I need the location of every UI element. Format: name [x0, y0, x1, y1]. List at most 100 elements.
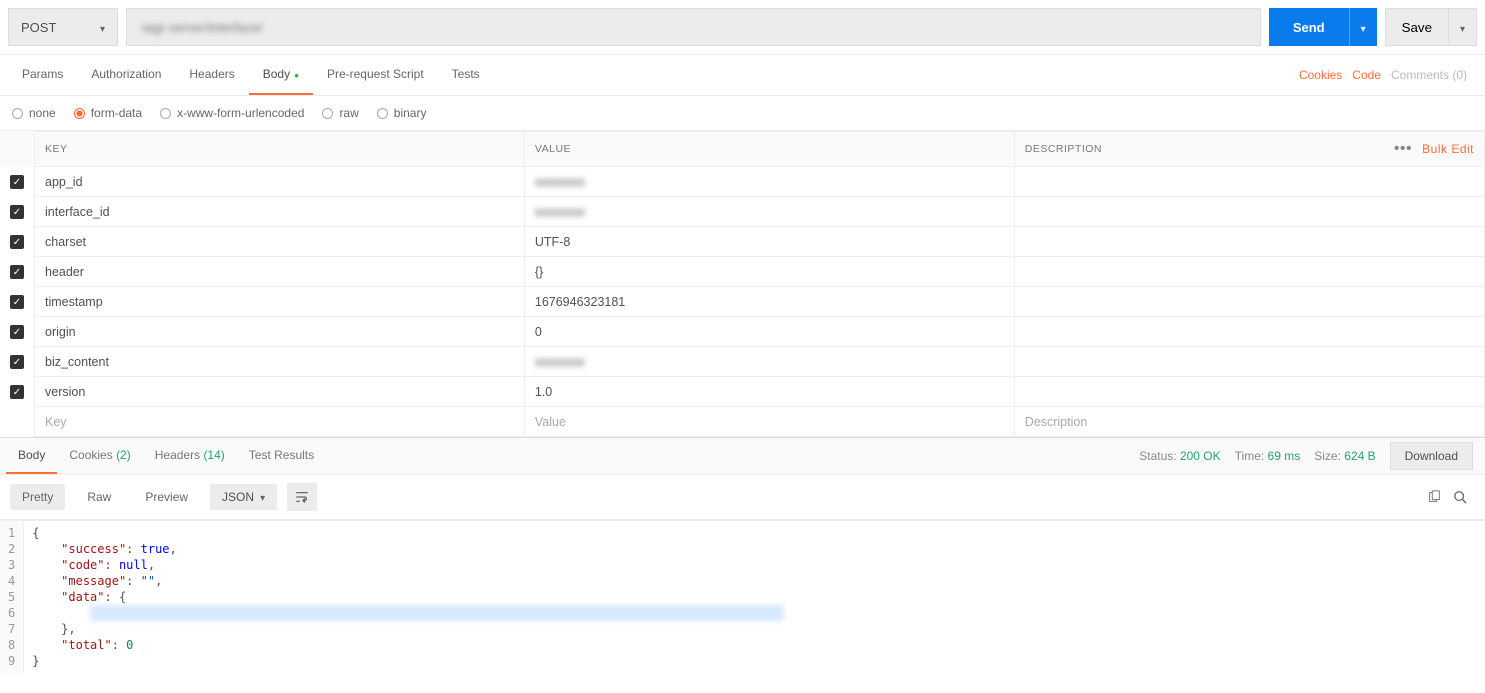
- save-button[interactable]: Save: [1385, 8, 1449, 46]
- url-text: -iagr-server/interface/: [139, 20, 263, 35]
- cell-description[interactable]: [1014, 287, 1484, 317]
- row-checkbox[interactable]: ✓: [10, 235, 24, 249]
- cell-value[interactable]: 1.0: [524, 377, 1014, 407]
- row-checkbox[interactable]: ✓: [10, 175, 24, 189]
- size-label: Size: 624 B: [1314, 449, 1375, 463]
- code-link[interactable]: Code: [1352, 68, 1381, 82]
- cell-key[interactable]: origin: [35, 317, 525, 347]
- download-button[interactable]: Download: [1390, 442, 1473, 470]
- radio-icon: [74, 108, 85, 119]
- body-type-selector: none form-data x-www-form-urlencoded raw…: [0, 96, 1485, 131]
- send-button[interactable]: Send: [1269, 8, 1349, 46]
- cell-description[interactable]: [1014, 317, 1484, 347]
- radio-binary[interactable]: binary: [377, 106, 427, 120]
- cell-key[interactable]: timestamp: [35, 287, 525, 317]
- cell-key[interactable]: version: [35, 377, 525, 407]
- row-checkbox[interactable]: ✓: [10, 325, 24, 339]
- line-gutter: 123456789: [0, 521, 24, 673]
- radio-raw[interactable]: raw: [322, 106, 358, 120]
- search-icon[interactable]: [1453, 490, 1467, 504]
- time-label: Time: 69 ms: [1235, 449, 1301, 463]
- more-icon[interactable]: •••: [1394, 140, 1412, 158]
- row-checkbox[interactable]: ✓: [10, 205, 24, 219]
- tab-prerequest[interactable]: Pre-request Script: [313, 55, 438, 95]
- rtab-tests[interactable]: Test Results: [237, 438, 326, 474]
- copy-icon[interactable]: [1427, 490, 1441, 504]
- view-raw[interactable]: Raw: [75, 484, 123, 510]
- formdata-table: KEY VALUE DESCRIPTION ••• Bulk Edit ✓ app…: [0, 131, 1485, 437]
- new-desc-input[interactable]: Description: [1014, 407, 1484, 437]
- chevron-down-icon: [100, 20, 105, 35]
- http-method-label: POST: [21, 20, 56, 35]
- table-row-new[interactable]: Key Value Description: [0, 407, 1485, 437]
- wrap-lines-button[interactable]: [287, 483, 317, 511]
- code-line: },: [32, 621, 1477, 637]
- table-row: ✓ origin0: [0, 317, 1485, 347]
- table-header-row: KEY VALUE DESCRIPTION ••• Bulk Edit: [0, 132, 1485, 167]
- table-row: ✓ timestamp1676946323181: [0, 287, 1485, 317]
- cell-value[interactable]: {}: [524, 257, 1014, 287]
- cell-description[interactable]: [1014, 257, 1484, 287]
- radio-formdata[interactable]: form-data: [74, 106, 142, 120]
- view-pretty[interactable]: Pretty: [10, 484, 65, 510]
- table-row: ✓ app_idxxxxxxxx: [0, 167, 1485, 197]
- tab-params[interactable]: Params: [8, 55, 77, 95]
- cell-description[interactable]: [1014, 167, 1484, 197]
- col-header-value: VALUE: [524, 132, 1014, 167]
- cell-key[interactable]: interface_id: [35, 197, 525, 227]
- radio-none[interactable]: none: [12, 106, 56, 120]
- request-tabs: Params Authorization Headers Body Pre-re…: [0, 55, 1485, 96]
- row-checkbox[interactable]: ✓: [10, 355, 24, 369]
- save-dropdown[interactable]: [1449, 8, 1477, 46]
- cell-value[interactable]: xxxxxxxx: [524, 347, 1014, 377]
- http-method-select[interactable]: POST: [8, 8, 118, 46]
- cell-value[interactable]: 1676946323181: [524, 287, 1014, 317]
- cell-key[interactable]: header: [35, 257, 525, 287]
- rtab-headers[interactable]: Headers (14): [143, 438, 237, 474]
- send-dropdown[interactable]: [1349, 8, 1377, 46]
- status-label: Status: 200 OK: [1139, 449, 1220, 463]
- cell-value[interactable]: 0: [524, 317, 1014, 347]
- url-input[interactable]: -iagr-server/interface/: [126, 8, 1261, 46]
- code-line: }: [32, 653, 1477, 669]
- response-view-bar: Pretty Raw Preview JSON: [0, 475, 1485, 520]
- rtab-cookies[interactable]: Cookies (2): [57, 438, 142, 474]
- radio-xwww[interactable]: x-www-form-urlencoded: [160, 106, 304, 120]
- code-content[interactable]: { "success": true, "code": null, "messag…: [24, 521, 1485, 673]
- cell-key[interactable]: biz_content: [35, 347, 525, 377]
- view-preview[interactable]: Preview: [133, 484, 200, 510]
- cookies-link[interactable]: Cookies: [1299, 68, 1342, 82]
- cell-key[interactable]: app_id: [35, 167, 525, 197]
- tab-body[interactable]: Body: [249, 55, 313, 95]
- code-line: "data": {: [32, 589, 1477, 605]
- response-status-bar: Status: 200 OK Time: 69 ms Size: 624 B D…: [1139, 442, 1479, 470]
- row-checkbox[interactable]: ✓: [10, 265, 24, 279]
- cell-description[interactable]: [1014, 197, 1484, 227]
- rtab-body[interactable]: Body: [6, 438, 57, 474]
- cell-value[interactable]: xxxxxxxx: [524, 197, 1014, 227]
- tab-authorization[interactable]: Authorization: [77, 55, 175, 95]
- cell-value[interactable]: xxxxxxxx: [524, 167, 1014, 197]
- code-line: "total": 0: [32, 637, 1477, 653]
- bulk-edit-link[interactable]: Bulk Edit: [1422, 142, 1474, 156]
- comments-link[interactable]: Comments (0): [1391, 68, 1467, 82]
- request-bar: POST -iagr-server/interface/ Send Save: [0, 0, 1485, 55]
- tab-headers[interactable]: Headers: [175, 55, 248, 95]
- table-row: ✓ biz_contentxxxxxxxx: [0, 347, 1485, 377]
- cell-key[interactable]: charset: [35, 227, 525, 257]
- radio-icon: [160, 108, 171, 119]
- cell-description[interactable]: [1014, 347, 1484, 377]
- code-line: {: [32, 525, 1477, 541]
- format-select[interactable]: JSON: [210, 484, 277, 510]
- cell-description[interactable]: [1014, 377, 1484, 407]
- cell-value[interactable]: UTF-8: [524, 227, 1014, 257]
- row-checkbox[interactable]: ✓: [10, 295, 24, 309]
- code-line: [32, 605, 1477, 621]
- cell-description[interactable]: [1014, 227, 1484, 257]
- tab-tests[interactable]: Tests: [438, 55, 494, 95]
- col-header-key: KEY: [35, 132, 525, 167]
- new-key-input[interactable]: Key: [35, 407, 525, 437]
- chevron-down-icon: [260, 490, 265, 504]
- new-value-input[interactable]: Value: [524, 407, 1014, 437]
- row-checkbox[interactable]: ✓: [10, 385, 24, 399]
